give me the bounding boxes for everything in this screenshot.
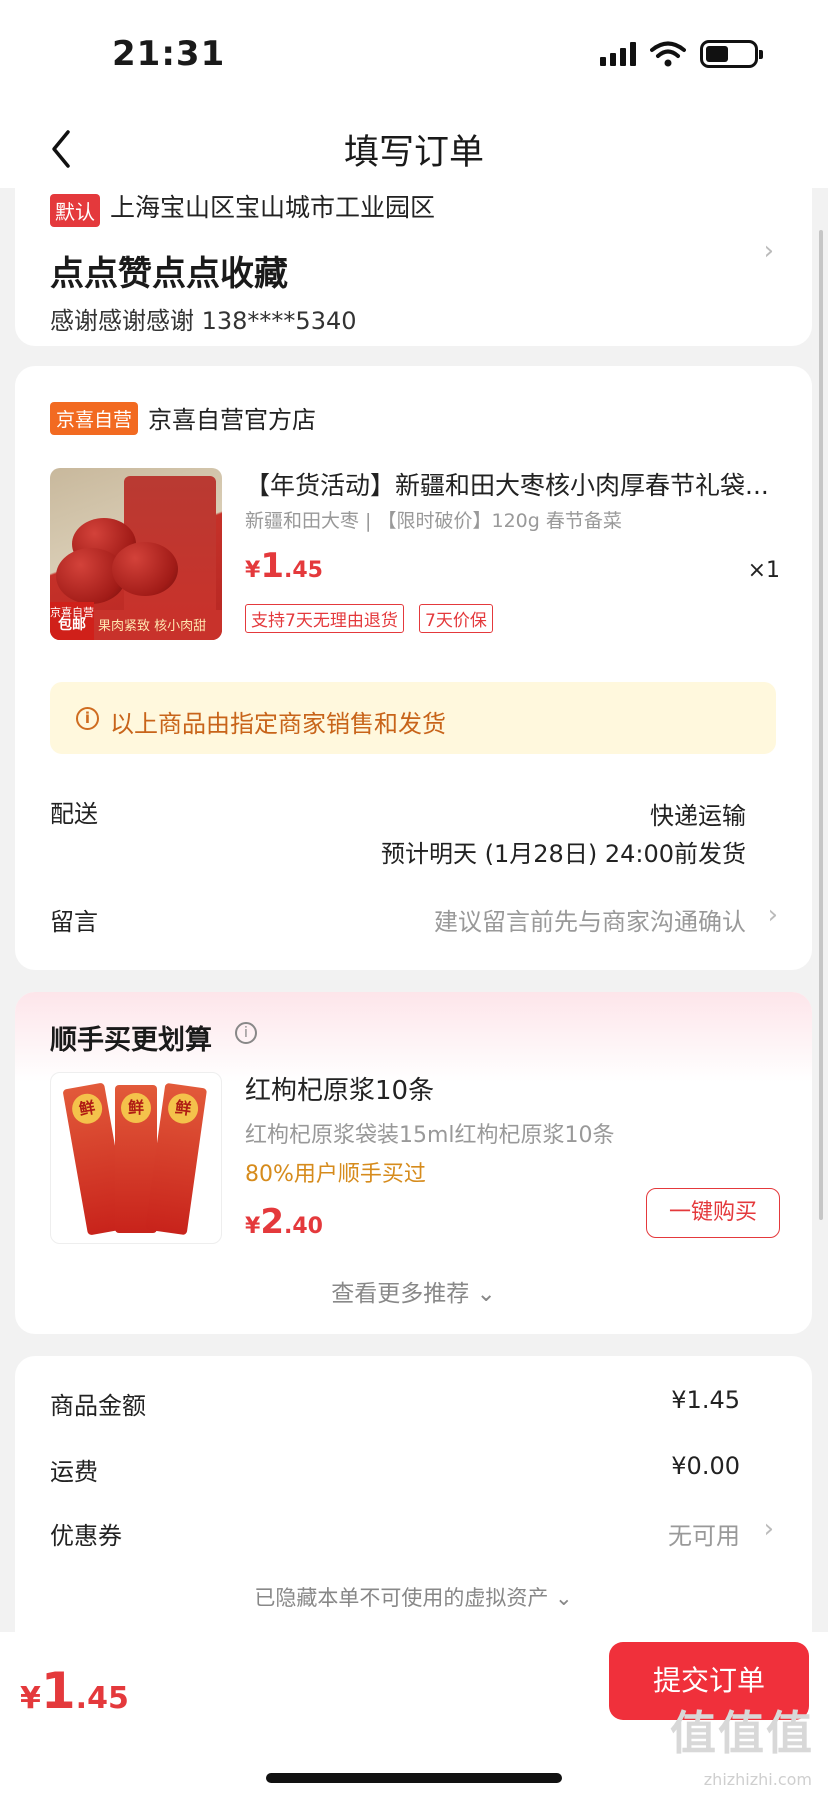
address-contact: 感谢感谢感谢 138****5340: [50, 307, 357, 335]
product-slogan: 果肉紧致 核小肉甜: [98, 619, 207, 634]
chevron-right-icon: ›: [763, 236, 774, 266]
nav-bar: 填写订单: [0, 110, 828, 188]
status-time: 21:31: [112, 34, 226, 74]
cellular-signal-icon: [600, 42, 636, 66]
summary-value-goods: ¥1.45: [671, 1386, 740, 1414]
scrollbar[interactable]: [819, 230, 823, 1220]
coupon-selector[interactable]: 无可用: [668, 1516, 740, 1551]
summary-label-coupon: 优惠券: [50, 1522, 122, 1550]
site-watermark-url: zhizhizhi.com: [703, 1770, 812, 1789]
chevron-right-icon: ›: [763, 1514, 774, 1544]
message-input[interactable]: 建议留言前先与商家沟通确认: [434, 902, 746, 937]
product-quantity: ×1: [747, 558, 780, 583]
status-icons: [600, 40, 763, 68]
one-click-buy-button[interactable]: 一键购买: [646, 1188, 780, 1238]
chevron-down-icon: ⌄: [476, 1281, 496, 1307]
upsell-product-image[interactable]: 鲜 鲜 鲜: [50, 1072, 222, 1244]
delivery-label: 配送: [50, 800, 98, 828]
shop-card: 京喜自营 京喜自营官方店 京喜自营 包邮 果肉紧致 核小肉甜 【年货活动】新疆和…: [15, 366, 812, 970]
address-region: 上海宝山区宝山城市工业园区: [110, 193, 436, 222]
product-title[interactable]: 【年货活动】新疆和田大枣核小肉厚春节礼袋...: [245, 466, 785, 502]
address-detail: 点点赞点点收藏: [50, 254, 288, 294]
upsell-product-name[interactable]: 红枸杞原浆10条: [245, 1070, 434, 1107]
summary-label-goods: 商品金额: [50, 1392, 146, 1420]
info-icon[interactable]: i: [235, 1022, 257, 1044]
product-spec: 新疆和田大枣 | 【限时破价】120g 春节备菜: [245, 510, 622, 532]
service-tag-price-protect: 7天价保: [419, 604, 493, 633]
battery-icon: [700, 40, 763, 68]
total-price: ¥1.45: [20, 1662, 129, 1720]
upsell-card: 顺手买更划算 i 鲜 鲜 鲜 红枸杞原浆10条 红枸杞原浆袋装15ml红枸杞原浆…: [15, 992, 812, 1334]
chevron-right-icon: ›: [767, 900, 778, 930]
delivery-eta: 预计明天 (1月28日) 24:00前发货: [381, 840, 746, 868]
info-warning-icon: i: [76, 707, 99, 730]
site-watermark: 值值值: [670, 1706, 814, 1760]
wifi-icon: [650, 41, 686, 67]
upsell-title: 顺手买更划算: [50, 1025, 212, 1056]
address-card[interactable]: 默认 上海宝山区宝山城市工业园区 点点赞点点收藏 感谢感谢感谢 138****5…: [15, 188, 812, 346]
seller-notice: i 以上商品由指定商家销售和发货: [50, 682, 776, 754]
service-tag-return: 支持7天无理由退货: [245, 604, 404, 633]
shop-self-operated-badge: 京喜自营: [50, 402, 139, 435]
product-image[interactable]: 京喜自营 包邮 果肉紧致 核小肉甜: [50, 468, 222, 640]
home-indicator[interactable]: [266, 1773, 562, 1783]
seller-notice-text: 以上商品由指定商家销售和发货: [110, 710, 446, 738]
summary-value-shipping: ¥0.00: [671, 1452, 740, 1480]
order-summary-card: 商品金额 ¥1.45 运费 ¥0.00 优惠券 无可用 › 已隐藏本单不可使用的…: [15, 1356, 812, 1656]
shop-name[interactable]: 京喜自营官方店: [148, 400, 316, 435]
free-shipping-badge: 京喜自营 包邮: [50, 602, 94, 640]
product-price: ¥1.45: [245, 546, 323, 586]
delivery-method: 快递运输: [650, 802, 746, 830]
chevron-down-icon: ⌄: [555, 1586, 573, 1610]
upsell-product-desc: 红枸杞原浆袋装15ml红枸杞原浆10条: [245, 1123, 615, 1148]
upsell-price: ¥2.40: [245, 1202, 323, 1242]
summary-label-shipping: 运费: [50, 1458, 98, 1486]
status-bar: 21:31: [0, 0, 828, 110]
upsell-bought-stat: 80%用户顺手买过: [245, 1162, 426, 1187]
view-more-recommendations[interactable]: 查看更多推荐 ⌄: [15, 1274, 812, 1308]
bottom-action-bar: ¥1.45 提交订单 值值值 zhizhizhi.com: [0, 1632, 828, 1795]
page-title: 填写订单: [343, 133, 484, 173]
default-address-badge: 默认: [50, 194, 100, 227]
hidden-assets-toggle[interactable]: 已隐藏本单不可使用的虚拟资产 ⌄: [15, 1582, 812, 1612]
message-label: 留言: [50, 908, 98, 936]
